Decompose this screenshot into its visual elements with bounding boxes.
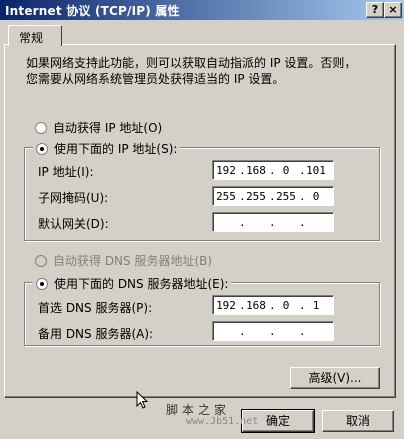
ip-octet-4: 101	[306, 163, 326, 177]
radio-manual-dns-indicator	[36, 277, 48, 290]
alternate-dns-label: 备用 DNS 服务器(A):	[38, 327, 154, 341]
subnet-octet-2: 255	[246, 189, 266, 203]
tab-general-label: 常规	[19, 31, 44, 45]
radio-auto-dns-indicator	[35, 254, 47, 267]
subnet-mask-input[interactable]: 255. 255. 255. 0	[212, 186, 334, 206]
tab-general[interactable]: 常规	[8, 25, 62, 46]
dns1-octet-4: 1	[312, 298, 320, 312]
title-bar[interactable]: Internet 协议 (TCP/IP) 属性 ? ×	[0, 0, 404, 20]
ip-octet-3: 0	[282, 163, 290, 177]
subnet-octet-3: 255	[276, 189, 296, 203]
preferred-dns-input[interactable]: 192. 168. 0. 1	[212, 295, 334, 315]
ip-octet-2: 168	[246, 163, 266, 177]
cancel-button[interactable]: 取消	[322, 410, 394, 432]
help-button[interactable]: ?	[366, 2, 384, 18]
description-text: 如果网络支持此功能，则可以获取自动指派的 IP 设置。否则，您需要从网络系统管理…	[26, 56, 357, 86]
close-button[interactable]: ×	[384, 2, 402, 18]
advanced-button[interactable]: 高级(V)...	[290, 367, 380, 389]
default-gateway-label: 默认网关(D):	[38, 217, 109, 231]
watermark-url: www.Jb51.net	[186, 416, 259, 427]
preferred-dns-label: 首选 DNS 服务器(P):	[38, 301, 153, 315]
radio-manual-ip[interactable]: 使用下面的 IP 地址(S):	[33, 140, 181, 157]
mouse-cursor-icon	[136, 391, 148, 409]
default-gateway-input[interactable]: . . .	[212, 212, 334, 232]
ip-octet-1: 192	[216, 163, 236, 177]
dns1-octet-1: 192	[216, 298, 236, 312]
ip-address-input[interactable]: 192. 168. 0. 101	[212, 160, 334, 180]
subnet-octet-4: 0	[312, 189, 320, 203]
radio-manual-dns[interactable]: 使用下面的 DNS 服务器地址(E):	[33, 275, 232, 292]
radio-auto-dns-label: 自动获得 DNS 服务器地址(B)	[53, 254, 213, 268]
subnet-octet-1: 255	[216, 189, 236, 203]
ip-address-label: IP 地址(I):	[38, 165, 94, 179]
window-title: Internet 协议 (TCP/IP) 属性	[5, 4, 180, 18]
radio-auto-ip-label: 自动获得 IP 地址(O)	[53, 121, 163, 135]
dns1-octet-2: 168	[246, 298, 266, 312]
subnet-mask-label: 子网掩码(U):	[38, 191, 109, 205]
dns1-octet-3: 0	[282, 298, 290, 312]
radio-auto-ip[interactable]: 自动获得 IP 地址(O)	[35, 119, 162, 136]
radio-manual-ip-label: 使用下面的 IP 地址(S):	[54, 142, 178, 156]
alternate-dns-input[interactable]: . . .	[212, 321, 334, 341]
radio-auto-dns[interactable]: 自动获得 DNS 服务器地址(B)	[35, 252, 212, 269]
radio-auto-ip-indicator	[35, 121, 47, 134]
radio-manual-dns-label: 使用下面的 DNS 服务器地址(E):	[54, 277, 229, 291]
radio-manual-ip-indicator	[36, 142, 48, 155]
